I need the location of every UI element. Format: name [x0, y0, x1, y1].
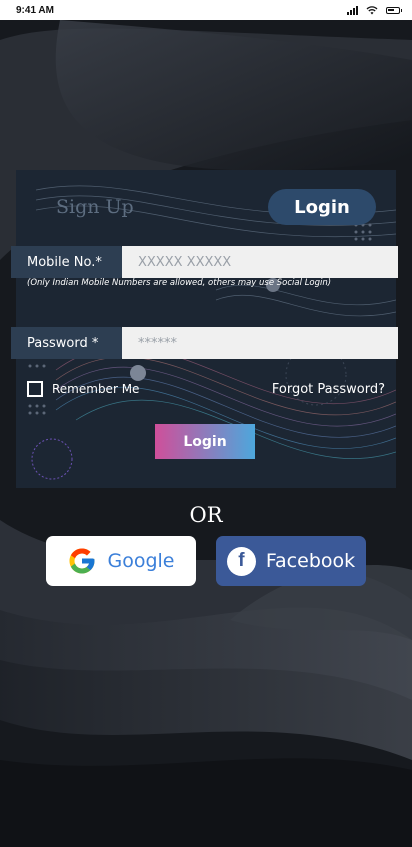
mobile-label: Mobile No.* — [11, 246, 131, 278]
status-bar: 9:41 AM — [0, 0, 412, 20]
login-button[interactable]: Login — [155, 424, 255, 459]
mobile-input[interactable] — [122, 246, 398, 278]
google-icon — [69, 548, 95, 574]
remember-label: Remember Me — [52, 382, 140, 396]
remember-me[interactable]: Remember Me — [27, 381, 139, 397]
tab-login[interactable]: Login — [268, 189, 376, 225]
battery-icon — [386, 6, 402, 14]
password-input[interactable] — [122, 327, 398, 359]
google-login-button[interactable]: Google — [46, 536, 196, 586]
remember-checkbox[interactable] — [27, 381, 43, 397]
signal-icon — [347, 5, 358, 15]
facebook-login-button[interactable]: f Facebook — [216, 536, 366, 586]
status-time: 9:41 AM — [16, 4, 54, 16]
mobile-hint: (Only Indian Mobile Numbers are allowed,… — [27, 278, 332, 288]
facebook-icon: f — [226, 546, 256, 576]
wifi-icon — [366, 5, 378, 14]
password-label: Password * — [11, 327, 131, 359]
facebook-label: Facebook — [265, 550, 356, 572]
status-icons — [347, 5, 402, 15]
google-label: Google — [107, 550, 175, 572]
or-separator: OR — [189, 503, 223, 527]
tab-signup[interactable]: Sign Up — [56, 196, 134, 218]
forgot-password-link[interactable]: Forgot Password? — [272, 382, 385, 397]
